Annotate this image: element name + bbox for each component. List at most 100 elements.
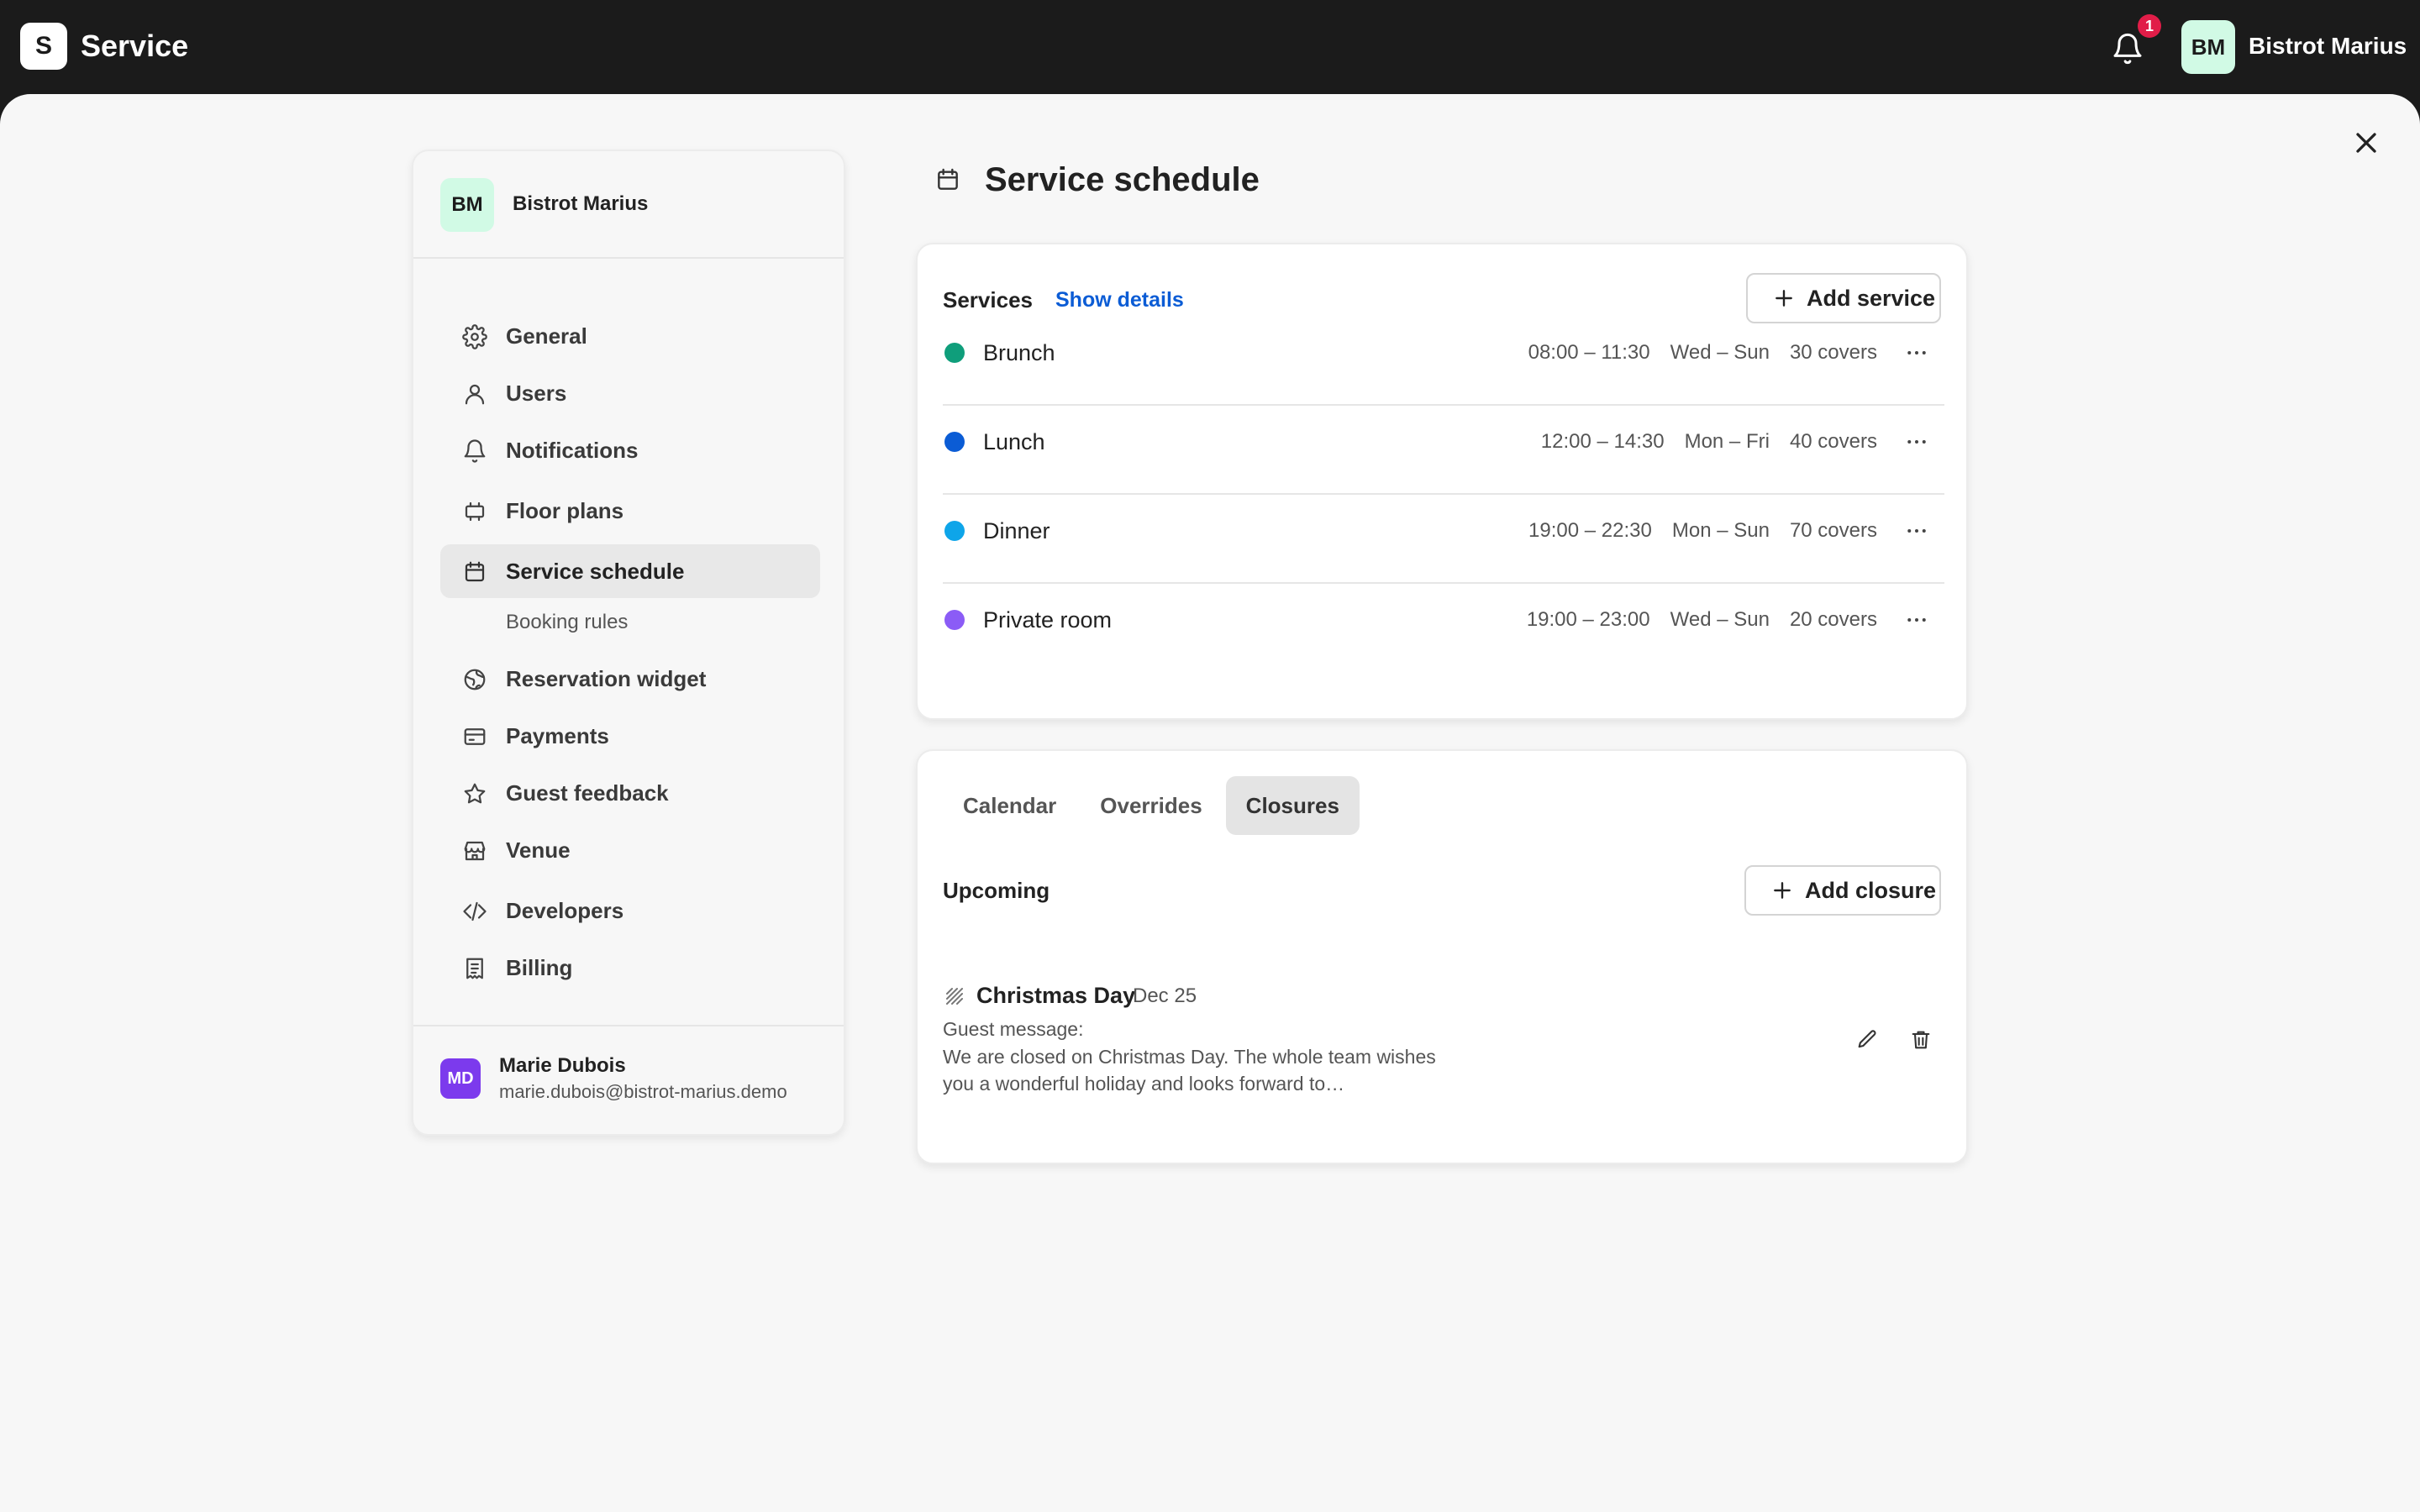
service-days: Mon – Sun xyxy=(1671,519,1770,542)
tab-closures[interactable]: Closures xyxy=(1225,776,1360,835)
sidebar-item-floor-plans[interactable]: Floor plans xyxy=(440,484,820,538)
plus-icon xyxy=(1774,882,1791,899)
user-avatar: MD xyxy=(440,1058,481,1099)
app-logo[interactable]: S xyxy=(20,23,67,70)
globe-icon xyxy=(464,669,486,690)
service-time: 08:00 – 11:30 xyxy=(1528,341,1650,364)
sidebar-item-developers[interactable]: Developers xyxy=(440,884,820,937)
page-title: Service schedule xyxy=(985,161,1260,198)
sidebar-item-general[interactable]: General xyxy=(440,309,820,363)
sidebar-item-venue[interactable]: Venue xyxy=(440,823,820,877)
calendar-icon xyxy=(938,168,958,190)
service-color-dot xyxy=(944,343,965,363)
sidebar-item-notifications[interactable]: Notifications xyxy=(440,423,820,477)
service-color-dot xyxy=(944,610,965,630)
sidebar-header: BM Bistrot Marius xyxy=(413,151,844,259)
notifications-bell-icon[interactable] xyxy=(2111,32,2144,66)
service-name: Lunch xyxy=(983,429,1045,454)
plus-icon xyxy=(1776,290,1792,307)
calendar-icon xyxy=(465,561,485,582)
service-days: Wed – Sun xyxy=(1670,341,1770,364)
service-covers: 70 covers xyxy=(1789,519,1877,542)
sidebar-item-payments[interactable]: Payments xyxy=(440,709,820,763)
app-title: Service xyxy=(81,29,189,63)
more-options-icon[interactable] xyxy=(1904,607,1929,633)
service-name: Dinner xyxy=(983,518,1050,543)
settings-sidebar: BM Bistrot Marius General Users Notifica… xyxy=(412,150,845,1136)
add-closure-label: Add closure xyxy=(1805,877,1937,903)
service-covers: 20 covers xyxy=(1789,608,1877,631)
venue-name[interactable]: Bistrot Marius xyxy=(2249,32,2407,60)
closure-name: Christmas Day xyxy=(976,983,1136,1008)
service-covers: 30 covers xyxy=(1789,341,1877,364)
service-meta: 08:00 – 11:30 Wed – Sun 30 covers xyxy=(1528,340,1877,365)
service-meta: 19:00 – 22:30 Mon – Sun 70 covers xyxy=(1528,518,1877,543)
sidebar-item-label: Billing xyxy=(506,955,573,980)
more-options-icon[interactable] xyxy=(1904,429,1929,454)
sidebar-venue-name: Bistrot Marius xyxy=(513,192,649,215)
user-icon xyxy=(465,384,485,405)
credit-card-icon xyxy=(464,728,486,745)
closure-message: We are closed on Christmas Day. The whol… xyxy=(943,1046,1436,1095)
add-service-button[interactable]: Add service xyxy=(1746,273,1941,323)
service-row[interactable]: Private room 19:00 – 23:00 Wed – Sun 20 … xyxy=(943,584,1944,673)
service-days: Mon – Fri xyxy=(1684,430,1770,453)
venue-avatar[interactable]: BM xyxy=(2181,20,2235,74)
sidebar-item-guest-feedback[interactable]: Guest feedback xyxy=(440,766,820,820)
service-row[interactable]: Lunch 12:00 – 14:30 Mon – Fri 40 covers xyxy=(943,406,1944,495)
gear-icon xyxy=(462,324,487,349)
service-time: 12:00 – 14:30 xyxy=(1540,430,1665,453)
service-color-dot xyxy=(944,521,965,541)
service-row[interactable]: Brunch 08:00 – 11:30 Wed – Sun 30 covers xyxy=(943,317,1944,406)
closure-message-label: Guest message: xyxy=(943,1018,1084,1040)
receipt-icon xyxy=(466,958,483,979)
user-email: marie.dubois@bistrot-marius.demo xyxy=(499,1081,787,1102)
service-covers: 40 covers xyxy=(1789,430,1877,453)
schedule-tabs-card: Calendar Overrides Closures Upcoming Add… xyxy=(916,749,1968,1164)
top-bar: S Service 1 BM Bistrot Marius xyxy=(0,0,2420,92)
sidebar-item-users[interactable]: Users xyxy=(440,366,820,420)
show-details-link[interactable]: Show details xyxy=(1055,286,1184,313)
close-icon[interactable] xyxy=(2349,126,2383,160)
service-color-dot xyxy=(944,432,965,452)
sidebar-item-label: Notifications xyxy=(506,438,639,463)
service-row[interactable]: Dinner 19:00 – 22:30 Mon – Sun 70 covers xyxy=(943,495,1944,584)
closure-hatch-icon xyxy=(946,988,963,1005)
sidebar-venue-avatar: BM xyxy=(440,178,494,232)
sidebar-item-billing[interactable]: Billing xyxy=(440,941,820,995)
sidebar-item-reservation-widget[interactable]: Reservation widget xyxy=(440,652,820,706)
settings-sheet: BM Bistrot Marius General Users Notifica… xyxy=(0,94,2420,1512)
tab-calendar[interactable]: Calendar xyxy=(943,776,1076,835)
more-options-icon[interactable] xyxy=(1904,518,1929,543)
service-name: Private room xyxy=(983,607,1113,633)
code-icon xyxy=(463,901,487,921)
sidebar-item-label: Reservation widget xyxy=(506,666,707,691)
services-card: Services Show details Add service Brunch… xyxy=(916,243,1968,720)
notification-count-badge: 1 xyxy=(2138,14,2161,38)
star-icon xyxy=(464,783,486,804)
service-name: Brunch xyxy=(983,340,1055,365)
upcoming-heading: Upcoming xyxy=(943,878,1050,903)
sidebar-item-label: Developers xyxy=(506,898,624,923)
trash-icon[interactable] xyxy=(1909,1028,1933,1052)
pencil-icon[interactable] xyxy=(1855,1028,1879,1052)
sidebar-item-label: Users xyxy=(506,381,567,406)
add-closure-button[interactable]: Add closure xyxy=(1744,865,1941,916)
sidebar-item-label: Service schedule xyxy=(506,559,685,584)
floor-plan-icon xyxy=(465,501,485,522)
sidebar-item-label: Floor plans xyxy=(506,498,624,523)
user-name: Marie Dubois xyxy=(499,1054,626,1077)
service-meta: 12:00 – 14:30 Mon – Fri 40 covers xyxy=(1541,429,1877,454)
sidebar-item-service-schedule[interactable]: Service schedule xyxy=(440,544,820,598)
services-heading: Services xyxy=(943,287,1033,312)
sidebar-item-label: Payments xyxy=(506,723,609,748)
add-service-label: Add service xyxy=(1807,285,1936,311)
more-options-icon[interactable] xyxy=(1904,340,1929,365)
bell-icon xyxy=(464,439,486,463)
service-time: 19:00 – 23:00 xyxy=(1526,608,1650,631)
store-icon xyxy=(464,841,486,861)
sidebar-user-footer[interactable]: MD Marie Dubois marie.dubois@bistrot-mar… xyxy=(413,1025,844,1134)
service-meta: 19:00 – 23:00 Wed – Sun 20 covers xyxy=(1527,607,1877,633)
tab-overrides[interactable]: Overrides xyxy=(1080,776,1222,835)
sidebar-subitem-booking-rules[interactable]: Booking rules xyxy=(506,610,628,635)
